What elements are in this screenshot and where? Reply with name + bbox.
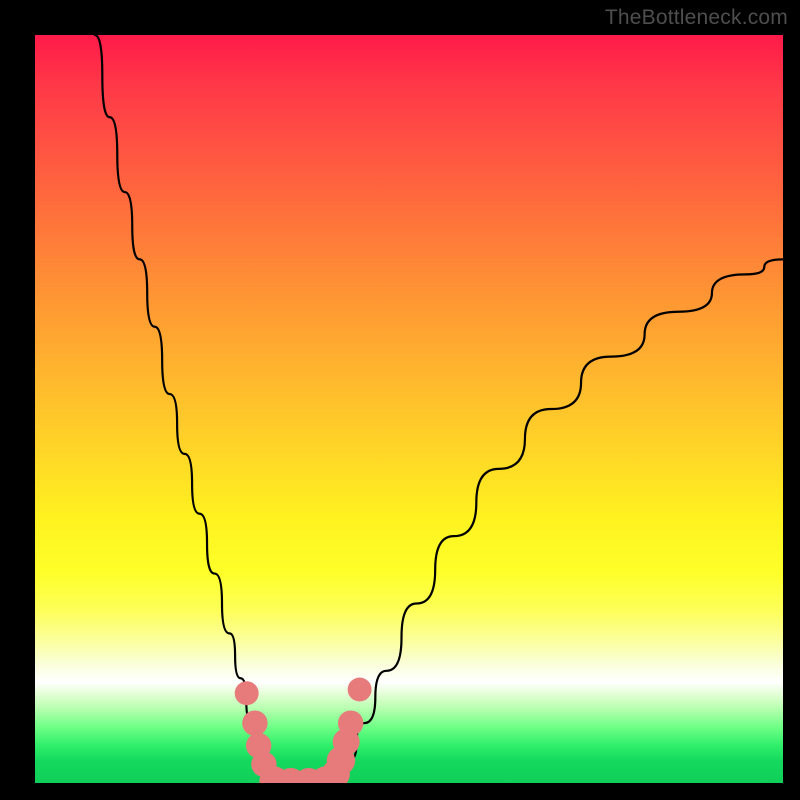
highlight-dot <box>338 710 363 735</box>
highlight-markers <box>235 678 372 783</box>
highlight-dot <box>242 710 267 735</box>
curve-left-branch <box>95 35 271 783</box>
curve-layer <box>35 35 783 783</box>
watermark-text: TheBottleneck.com <box>605 6 788 30</box>
plot-area <box>35 35 783 783</box>
highlight-dot <box>235 681 259 705</box>
curve-right-branch <box>338 259 783 783</box>
chart-frame: TheBottleneck.com <box>0 0 800 800</box>
bottleneck-curve <box>95 35 783 783</box>
highlight-dot <box>348 678 372 702</box>
